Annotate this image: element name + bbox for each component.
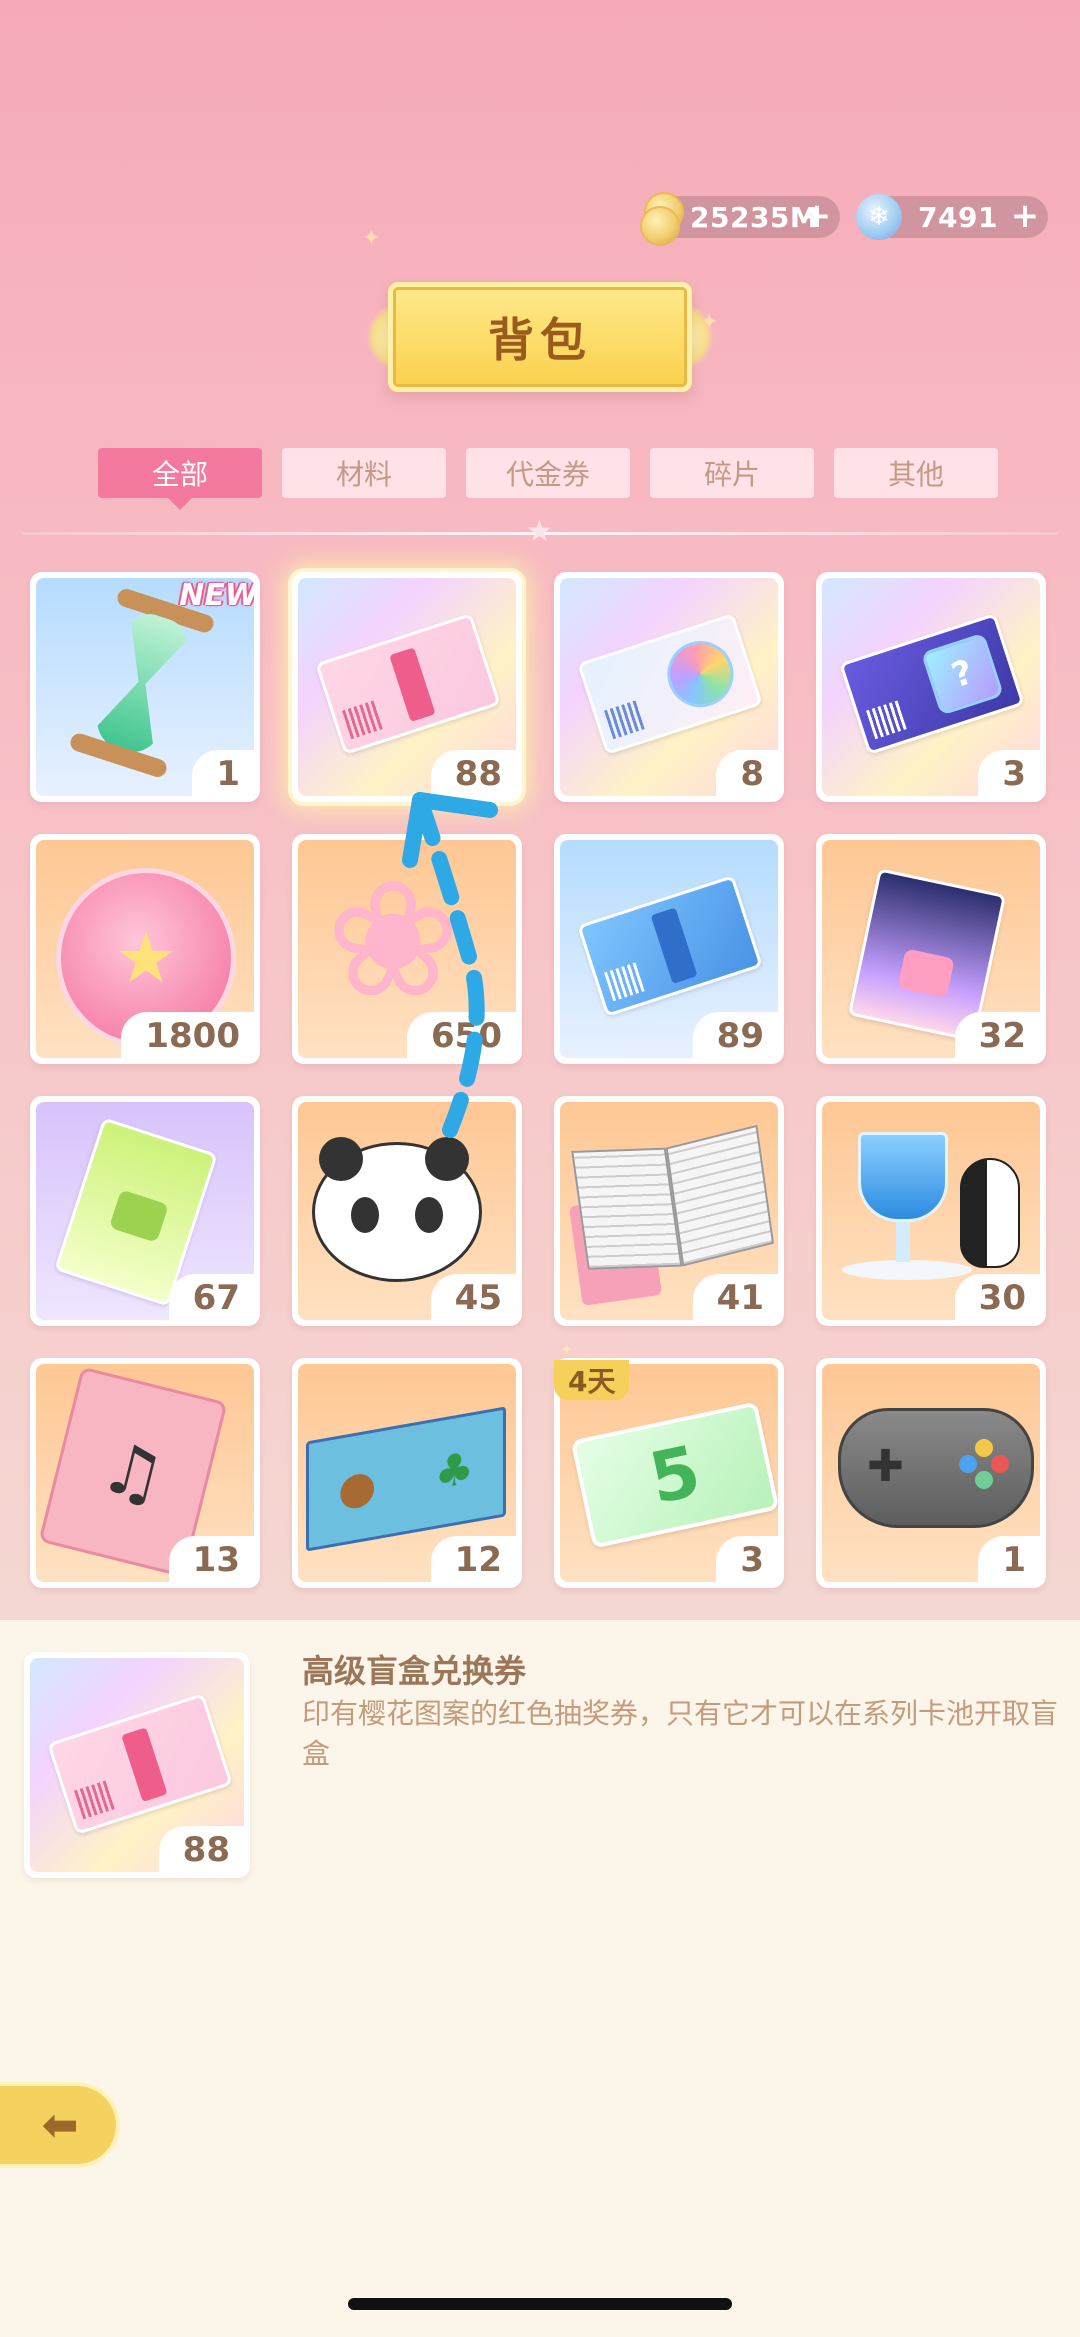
item-count: 32 [954, 1012, 1040, 1058]
item-character-ticket[interactable]: 8 [554, 572, 784, 802]
tab-vouchers[interactable]: 代金券 [466, 448, 630, 498]
premium-blind-box-ticket-icon [315, 613, 501, 755]
item-sale-coupon[interactable]: 5 4天 3 [554, 1358, 784, 1588]
tab-others[interactable]: 其他 [834, 448, 998, 498]
item-mystery-ticket[interactable]: ? 3 [816, 572, 1046, 802]
premium-blind-box-ticket-icon [47, 1693, 233, 1835]
item-premium-blind-box-ticket[interactable]: 88 [292, 572, 522, 802]
sparkle-icon: ✦ [362, 226, 381, 251]
item-count: 67 [168, 1274, 254, 1320]
tab-fragments[interactable]: 碎片 [650, 448, 814, 498]
tab-all[interactable]: 全部 [98, 448, 262, 510]
selected-item-name: 高级盲盒兑换券 [302, 1652, 527, 1690]
sparkle-icon: ✦ [560, 1340, 574, 1359]
item-puzzle-box[interactable]: ● ♣ 12 [292, 1358, 522, 1588]
add-gems-button[interactable]: + [1010, 199, 1040, 233]
item-count: 1800 [121, 1012, 254, 1058]
item-count: 89 [692, 1012, 778, 1058]
sale-coupon-icon: 5 [570, 1401, 780, 1549]
item-blue-ticket[interactable]: 89 [554, 834, 784, 1064]
item-gamepad[interactable]: ✚ 1 [816, 1358, 1046, 1588]
divider-star-icon: ★ [526, 514, 553, 549]
selected-item-thumbnail: 88 [24, 1652, 250, 1878]
new-badge: NEW [179, 578, 254, 613]
character-ticket-icon [577, 613, 763, 755]
expiry-badge: 4天 [554, 1360, 630, 1400]
item-count: 30 [954, 1274, 1040, 1320]
coin-icon [640, 192, 694, 246]
item-count: 13 [168, 1536, 254, 1582]
gem-balance: ❄ 7491 + [856, 194, 1048, 240]
panda-plush-icon [312, 1125, 509, 1282]
item-count: 1 [192, 750, 254, 796]
item-count: 3 [978, 750, 1040, 796]
gamepad-icon: ✚ [838, 1408, 1034, 1528]
item-sketchbook[interactable]: 41 [554, 1096, 784, 1326]
item-hourglass[interactable]: NEW 1 [30, 572, 260, 802]
backpack-screen: ✦ ✦ ✦ 25235M + ❄ 7491 + 背包 全部 材料 代金券 碎片 … [0, 0, 1080, 1620]
mystery-ticket-icon: ? [839, 613, 1025, 755]
item-count: 1 [978, 1536, 1040, 1582]
back-button[interactable]: ⬅ [0, 2082, 120, 2168]
hourglass-icon [68, 586, 216, 780]
penguin-icon [960, 1158, 1020, 1268]
selected-item-count: 88 [158, 1826, 244, 1872]
item-count: 41 [692, 1274, 778, 1320]
item-music-notebook[interactable]: ♫ 13 [30, 1358, 260, 1588]
add-coins-button[interactable]: + [802, 199, 832, 233]
swipe-up-gesture-icon [402, 792, 498, 1138]
tab-materials[interactable]: 材料 [282, 448, 446, 498]
item-count: 12 [430, 1536, 516, 1582]
title-plaque: 背包 [366, 278, 714, 398]
item-pink-coin[interactable]: ★ 1800 [30, 834, 260, 1064]
coin-balance: 25235M + [640, 192, 840, 246]
item-night-ticket[interactable]: 32 [816, 834, 1046, 1064]
item-count: 45 [430, 1274, 516, 1320]
back-arrow-icon: ⬅ [41, 2099, 79, 2151]
sketchbook-icon [568, 1124, 778, 1306]
item-count: 3 [716, 1536, 778, 1582]
category-tabs: 全部 材料 代金券 碎片 其他 [98, 448, 998, 510]
coin-amount: 25235M [690, 200, 819, 234]
home-indicator[interactable] [348, 2298, 732, 2310]
blue-ticket-icon [577, 875, 763, 1017]
blue-drink-icon [842, 1132, 972, 1282]
page-title: 背包 [488, 313, 592, 367]
snowflake-gem-icon: ❄ [856, 194, 902, 240]
item-green-ticket[interactable]: 67 [30, 1096, 260, 1326]
item-penguin-drink[interactable]: 30 [816, 1096, 1046, 1326]
selected-item-description: 印有樱花图案的红色抽奖券，只有它才可以在系列卡池开取盲盒 [302, 1697, 1059, 1770]
gem-amount: 7491 [918, 200, 998, 234]
item-count: 8 [716, 750, 778, 796]
puzzle-box-icon: ● ♣ [306, 1406, 506, 1552]
